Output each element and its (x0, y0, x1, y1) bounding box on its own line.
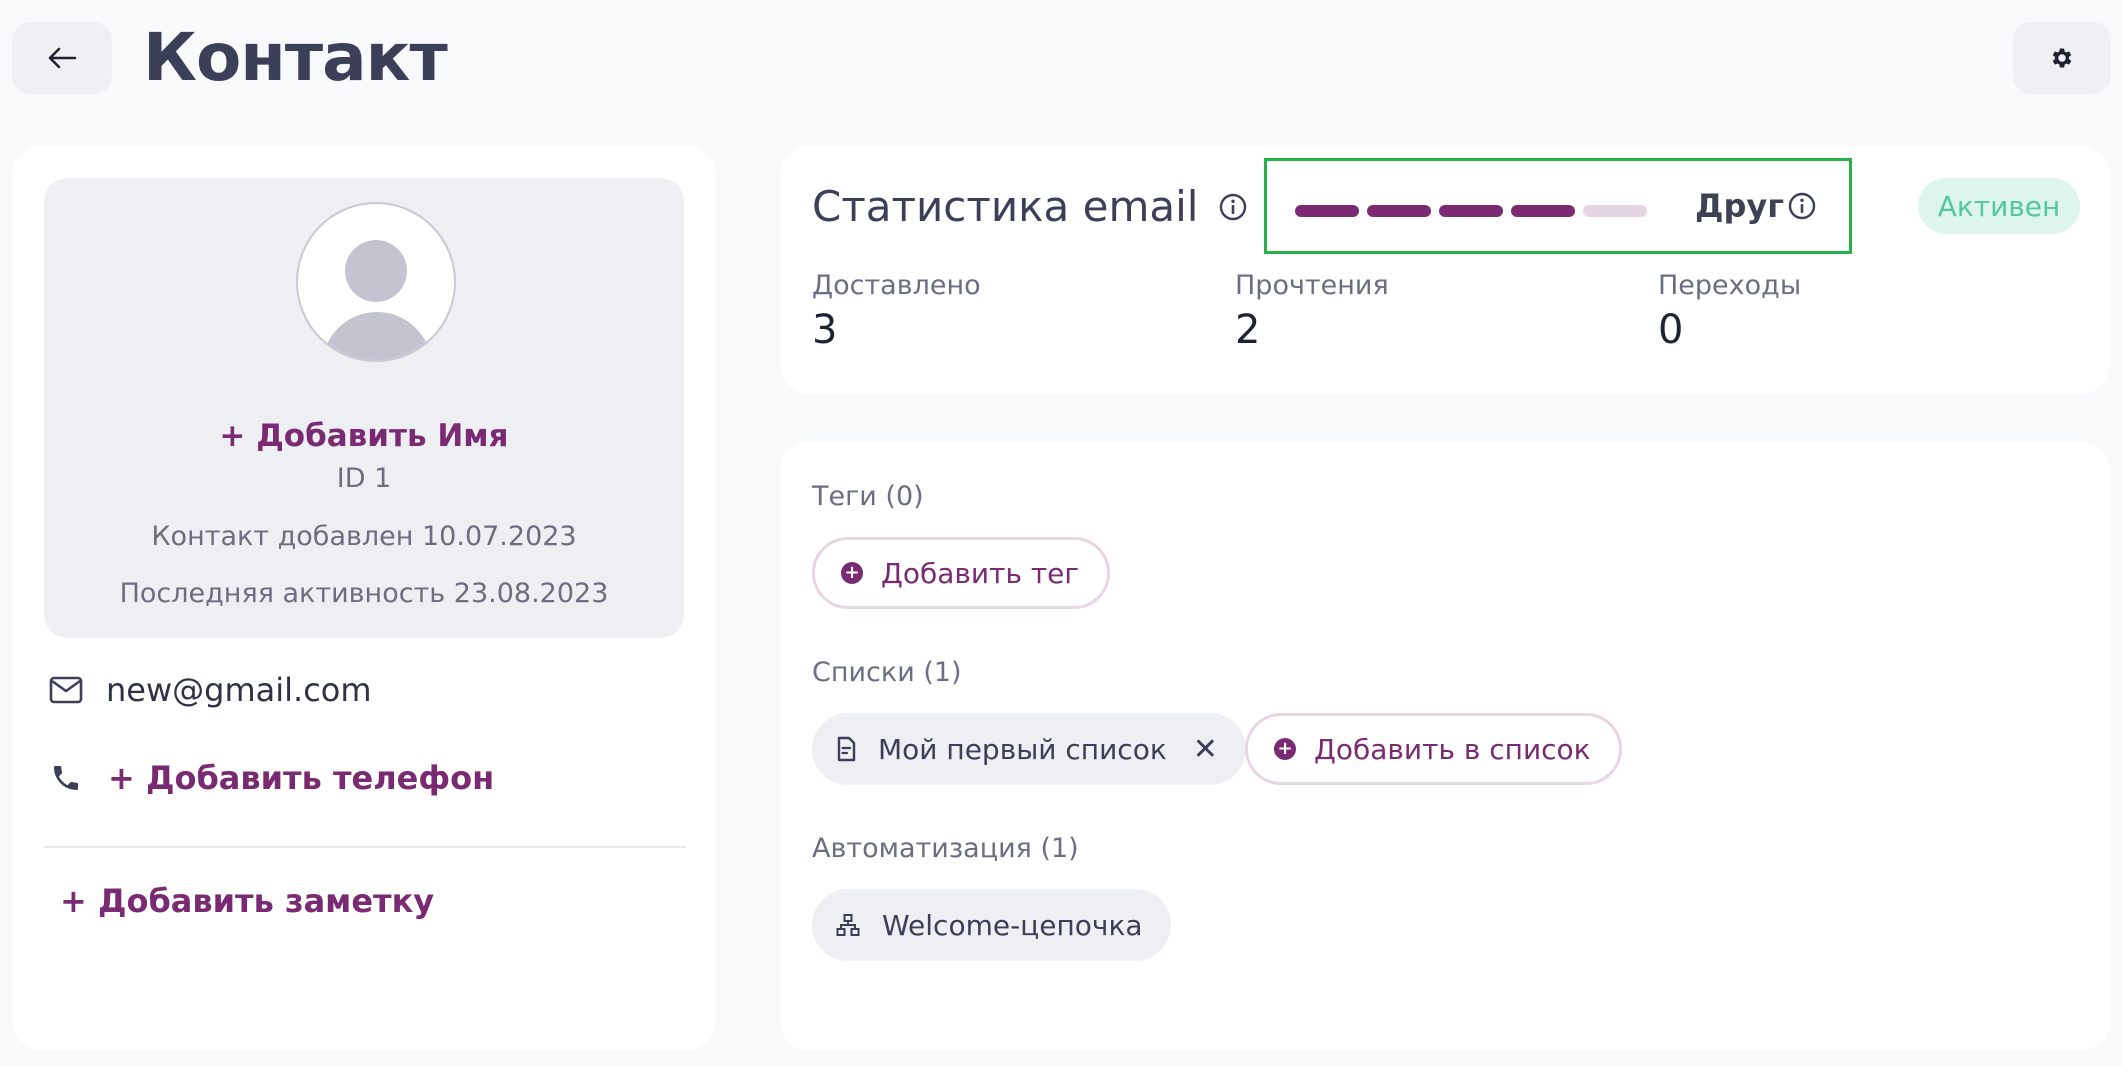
gear-icon (2052, 48, 2072, 68)
add-to-list-button[interactable]: + Добавить в список (1245, 713, 1622, 785)
automation-label: Автоматизация (1) (812, 833, 1079, 864)
back-button[interactable] (12, 22, 112, 94)
contact-id: ID 1 (336, 463, 392, 494)
page-title: Контакт (143, 19, 448, 96)
email-value[interactable]: new@gmail.com (106, 671, 372, 709)
arrow-left-icon (48, 47, 77, 69)
envelope-icon (44, 668, 88, 712)
automation-chip[interactable]: Welcome-цепочка (812, 889, 1171, 961)
info-icon[interactable] (1218, 192, 1248, 222)
rating-dash (1511, 205, 1575, 217)
avatar-body-shape (322, 312, 432, 360)
stat-delivered: Доставлено 3 (812, 270, 981, 353)
rating-dash (1583, 205, 1647, 217)
divider (44, 846, 686, 848)
settings-button[interactable] (2013, 22, 2111, 94)
add-note-link[interactable]: + Добавить заметку (60, 882, 434, 920)
stats-title: Статистика email (812, 182, 1199, 231)
close-icon[interactable]: ✕ (1193, 732, 1218, 767)
rating-info-icon[interactable] (1787, 191, 1817, 221)
tags-label: Теги (0) (812, 481, 924, 512)
stats-title-row: Статистика email (812, 182, 1248, 231)
plus-circle-icon: + (841, 562, 863, 584)
phone-row[interactable]: + Добавить телефон (44, 756, 494, 800)
rating-label: Друг (1695, 187, 1784, 225)
lists-label: Списки (1) (812, 657, 962, 688)
rating-dash (1367, 205, 1431, 217)
email-stats-card: Статистика email Друг Активен Доставлено… (780, 146, 2110, 394)
stat-opens: Прочтения 2 (1235, 270, 1389, 353)
profile-box: + Добавить Имя ID 1 Контакт добавлен 10.… (44, 178, 684, 638)
segments-card: Теги (0) + Добавить тег Списки (1) Мой п… (780, 441, 2110, 1051)
avatar[interactable] (296, 202, 456, 362)
avatar-head-shape (345, 240, 407, 302)
workflow-icon (836, 913, 860, 937)
contact-card: + Добавить Имя ID 1 Контакт добавлен 10.… (12, 146, 716, 1050)
rating-dash (1295, 205, 1359, 217)
last-activity-date: Последняя активность 23.08.2023 (119, 578, 609, 609)
contact-added-date: Контакт добавлен 10.07.2023 (151, 521, 577, 552)
email-row: new@gmail.com (44, 668, 372, 712)
rating-dash (1439, 205, 1503, 217)
contact-rating-box[interactable]: Друг (1264, 158, 1852, 254)
phone-icon (44, 756, 88, 800)
document-icon (836, 736, 856, 762)
list-name: Мой первый список (878, 732, 1167, 766)
list-chip[interactable]: Мой первый список ✕ (812, 713, 1246, 785)
status-badge: Активен (1918, 178, 2080, 234)
add-tag-button[interactable]: + Добавить тег (812, 537, 1111, 609)
stat-clicks: Переходы 0 (1658, 270, 1802, 353)
automation-name: Welcome-цепочка (882, 908, 1143, 942)
plus-circle-icon: + (1274, 738, 1296, 760)
add-phone-link[interactable]: + Добавить телефон (108, 759, 494, 797)
add-name-link[interactable]: + Добавить Имя (44, 418, 684, 454)
